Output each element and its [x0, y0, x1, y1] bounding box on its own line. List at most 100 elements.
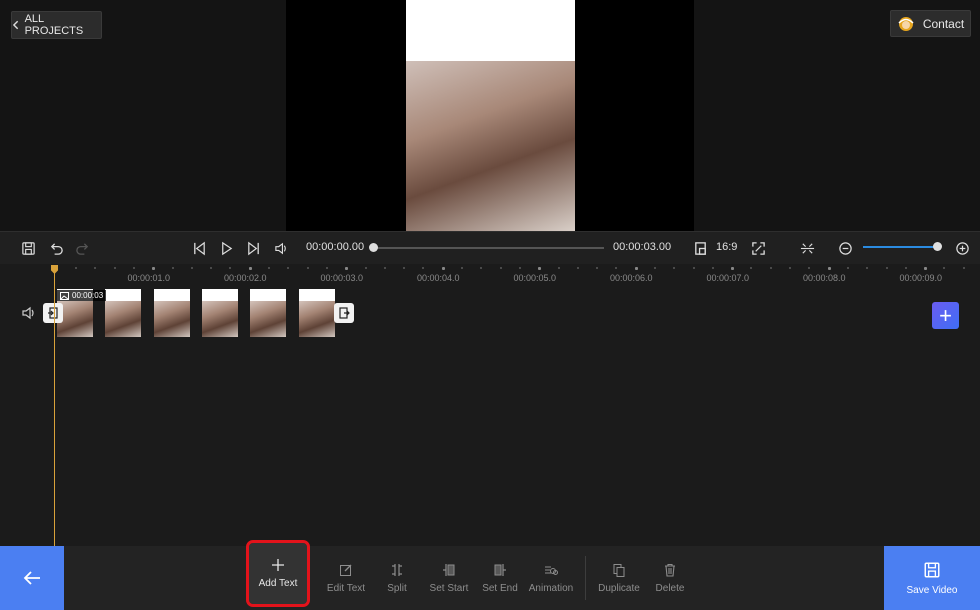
- clip-thumbnail: [298, 289, 335, 337]
- clip-duration-badge: 00:00:03: [57, 290, 107, 301]
- seek-bar[interactable]: [374, 247, 604, 249]
- ruler-dot: [268, 267, 270, 269]
- ruler-dot: [442, 267, 445, 270]
- set-end-button[interactable]: Set End: [473, 552, 527, 604]
- back-button[interactable]: [0, 546, 64, 610]
- animation-button[interactable]: Animation: [524, 552, 578, 604]
- track-volume-icon[interactable]: [21, 305, 37, 326]
- clip-trim-start-handle[interactable]: [43, 303, 63, 323]
- ruler-dot: [577, 267, 579, 269]
- ruler-dot: [94, 267, 96, 269]
- ruler-dot: [152, 267, 155, 270]
- zoom-in-icon[interactable]: [953, 232, 971, 264]
- contact-label: Contact: [922, 16, 965, 31]
- ruler-dot: [596, 267, 598, 269]
- playback-controls: 00:00:00.00 00:00:03.00 16:9: [0, 231, 980, 265]
- volume-icon[interactable]: [272, 232, 290, 264]
- trash-icon: [665, 563, 675, 577]
- ruler-dot: [249, 267, 252, 270]
- ruler-tick-label: 00:00:09.0: [899, 273, 943, 283]
- ruler-tick-label: 00:00:05.0: [513, 273, 557, 283]
- ruler-dot: [693, 267, 695, 269]
- add-text-label: Add Text: [258, 578, 298, 589]
- ruler-dot: [500, 267, 502, 269]
- set-end-icon: [494, 563, 506, 576]
- ruler-dot: [75, 267, 77, 269]
- ruler-dot: [808, 267, 810, 269]
- ruler-dot: [712, 267, 714, 269]
- zoom-out-icon[interactable]: [836, 232, 854, 264]
- ruler-dot: [905, 267, 907, 269]
- duplicate-button[interactable]: Duplicate: [592, 552, 646, 604]
- fullscreen-icon[interactable]: [749, 232, 767, 264]
- set-start-icon: [443, 563, 455, 576]
- aspect-ratio-value[interactable]: 16:9: [716, 241, 737, 253]
- ruler-dot: [886, 267, 888, 269]
- skip-end-icon[interactable]: [244, 232, 262, 264]
- save-video-button[interactable]: Save Video: [884, 546, 980, 610]
- thumbnail-image: [250, 301, 287, 337]
- delete-button[interactable]: Delete: [643, 552, 697, 604]
- split-button[interactable]: Split: [370, 552, 424, 604]
- duplicate-icon: [613, 563, 625, 577]
- plus-icon: +: [939, 302, 952, 328]
- zoom-slider[interactable]: [863, 246, 939, 248]
- animation-label: Animation: [528, 582, 574, 594]
- clip-trim-end-handle[interactable]: [334, 303, 354, 323]
- arrow-left-icon: [23, 571, 40, 585]
- ruler-dot: [635, 267, 638, 270]
- play-icon[interactable]: [217, 232, 235, 264]
- aspect-ratio-icon[interactable]: [691, 232, 709, 264]
- edit-text-button[interactable]: Edit Text: [319, 552, 373, 604]
- thumbnail-image: [105, 301, 142, 337]
- all-projects-label: ALL PROJECTS: [24, 13, 84, 37]
- ruler-dot: [287, 267, 289, 269]
- ruler-dot: [172, 267, 174, 269]
- playhead[interactable]: [54, 266, 55, 546]
- save-icon: [924, 562, 940, 577]
- clip-duration: 00:00:03: [72, 291, 104, 300]
- ruler-dot: [731, 267, 734, 270]
- ruler-dot: [789, 267, 791, 269]
- ruler-tick-label: 00:00:02.0: [224, 273, 267, 283]
- animation-icon: [545, 565, 558, 575]
- ruler-dot: [963, 267, 965, 269]
- save-project-icon[interactable]: [19, 232, 37, 264]
- ruler-dot: [422, 267, 424, 269]
- total-time: 00:00:03.00: [613, 241, 672, 253]
- ruler-dot: [866, 267, 868, 269]
- set-start-button[interactable]: Set Start: [422, 552, 476, 604]
- ruler-dot: [384, 267, 386, 269]
- zoom-handle[interactable]: [933, 242, 942, 251]
- ruler-tick-label: 00:00:04.0: [417, 273, 460, 283]
- all-projects-button[interactable]: ALL PROJECTS: [11, 11, 102, 39]
- add-track-button[interactable]: +: [932, 302, 959, 329]
- add-text-button[interactable]: Add Text: [246, 540, 310, 607]
- ruler-dot: [403, 267, 405, 269]
- ruler-dot: [461, 267, 463, 269]
- ruler-dot: [538, 267, 541, 270]
- set-end-label: Set End: [482, 582, 518, 594]
- trim-start-icon: [48, 307, 58, 319]
- ruler-dot: [558, 267, 560, 269]
- redo-icon[interactable]: [73, 232, 91, 264]
- duplicate-label: Duplicate: [598, 582, 640, 594]
- save-video-label: Save Video: [906, 584, 958, 596]
- chevron-left-icon: [12, 20, 19, 30]
- undo-icon[interactable]: [47, 232, 65, 264]
- clip-thumbnail: [153, 289, 190, 337]
- ruler-dot: [191, 267, 193, 269]
- ruler-tick-label: 00:00:07.0: [706, 273, 750, 283]
- skip-start-icon[interactable]: [190, 232, 208, 264]
- snap-icon[interactable]: [797, 232, 817, 264]
- video-frame: [406, 0, 575, 231]
- ruler-dot: [229, 267, 231, 269]
- contact-button[interactable]: Contact: [890, 10, 971, 37]
- thumbnail-image: [298, 301, 335, 337]
- ruler-tick-label: 00:00:08.0: [803, 273, 846, 283]
- trim-end-icon: [339, 307, 350, 319]
- ruler-dot: [307, 267, 309, 269]
- edit-text-label: Edit Text: [326, 582, 366, 594]
- seek-handle[interactable]: [369, 243, 378, 252]
- ruler-dot: [943, 267, 945, 269]
